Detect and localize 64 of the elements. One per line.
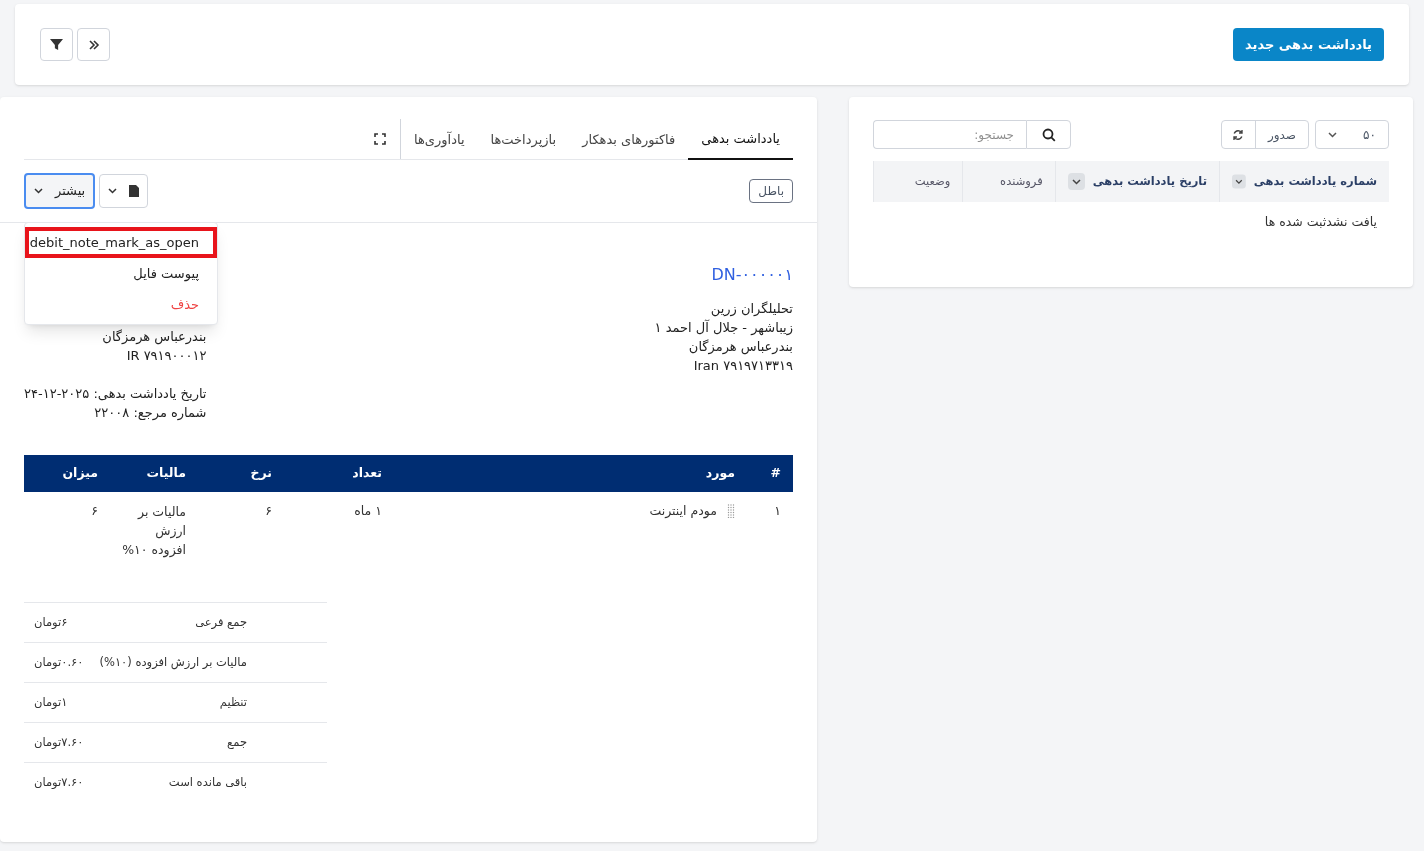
total-value: ۷.۶۰تومان bbox=[33, 733, 84, 751]
chevron-down-icon bbox=[108, 188, 118, 194]
table-cell: ۶ bbox=[24, 492, 110, 559]
column-header: # bbox=[747, 455, 793, 492]
more-button[interactable]: بیشتر bbox=[24, 173, 96, 209]
tab[interactable]: یادداشت بدهی bbox=[688, 119, 793, 160]
per-page-select[interactable]: ۵۰ bbox=[1315, 120, 1389, 149]
recipient-address-line: IR ۷۹۱۹۰۰۰۱۲ bbox=[125, 347, 207, 365]
column-header: مورد bbox=[394, 455, 747, 492]
filter-button[interactable] bbox=[40, 28, 73, 61]
total-value: ۰.۶۰تومان bbox=[33, 653, 84, 671]
menu-item[interactable]: پیوست فایل bbox=[25, 258, 217, 289]
search-button[interactable] bbox=[1026, 120, 1071, 149]
table-cell: مالیات بر ارزش افزوده ۱۰% bbox=[110, 492, 198, 559]
sort-chevron-icon[interactable] bbox=[1067, 173, 1085, 190]
note-detail-line: شماره مرجع: ۲۲۰۰۸ bbox=[93, 404, 207, 422]
sender-address-line: زیباشهر - جلال آل احمد ۱ bbox=[654, 318, 793, 337]
table-cell: ۱ ماه bbox=[284, 492, 394, 559]
total-value: ۱تومان bbox=[33, 693, 68, 711]
total-value: ۶تومان bbox=[33, 613, 68, 631]
search-icon bbox=[1041, 127, 1056, 142]
total-value: ۷.۶۰تومان bbox=[33, 773, 84, 791]
column-header[interactable]: تاریخ یادداشت بدهی bbox=[1054, 161, 1219, 202]
chevron-down-icon bbox=[1328, 131, 1337, 138]
total-label: جمع bbox=[227, 733, 247, 751]
sort-chevron-icon[interactable] bbox=[1232, 173, 1246, 190]
drag-handle-icon[interactable] bbox=[727, 504, 735, 519]
menu-item[interactable]: حذف bbox=[25, 289, 217, 320]
total-label: مالیات بر ارزش افزوده (۱۰%) bbox=[99, 653, 247, 672]
sender-address-line: بندرعباس هرمزگان bbox=[687, 338, 793, 356]
total-label: جمع فرعی bbox=[195, 613, 247, 631]
debit-note-number[interactable]: DN-۰۰۰۰۰۱ bbox=[654, 263, 793, 287]
fullscreen-icon[interactable] bbox=[374, 133, 387, 145]
pdf-button[interactable] bbox=[99, 174, 149, 208]
search-field[interactable]: جستجو: bbox=[873, 120, 1026, 149]
tab[interactable]: بازپرداخت‌ها bbox=[477, 119, 570, 160]
tab[interactable]: یادآوری‌ها bbox=[400, 119, 478, 160]
table-cell: مودم اینترنت bbox=[649, 502, 717, 521]
column-header[interactable]: شماره یادداشت بدهی bbox=[1219, 161, 1389, 202]
column-header: میزان bbox=[24, 455, 110, 492]
column-header: تعداد bbox=[284, 455, 394, 492]
column-header: نرخ bbox=[198, 455, 284, 492]
total-label: تنظیم bbox=[219, 693, 247, 711]
table-cell: ۱ bbox=[747, 492, 793, 559]
filter-icon bbox=[50, 38, 63, 51]
chevron-down-icon bbox=[34, 188, 43, 194]
column-header: مالیات bbox=[110, 455, 198, 492]
note-detail-line: تاریخ یادداشت بدهی: ۲۰۲۵-۱۲-۲۴ bbox=[24, 385, 207, 403]
empty-message: یافت نشدثبت شده ها bbox=[1263, 213, 1378, 231]
total-label: باقی مانده است bbox=[168, 773, 247, 791]
status-badge: باطل bbox=[749, 179, 793, 203]
tab[interactable]: فاکتورهای بدهکار bbox=[569, 119, 689, 160]
double-chevron-icon bbox=[87, 38, 100, 51]
column-header[interactable]: فروشنده bbox=[962, 161, 1055, 202]
refresh-icon bbox=[1232, 128, 1245, 141]
pdf-file-icon bbox=[129, 185, 140, 197]
collapse-button[interactable] bbox=[77, 28, 110, 61]
new-debit-note-button[interactable]: یادداشت بدهی جدید bbox=[1233, 28, 1384, 61]
sender-address-line: Iran ۷۹۱۹۷۱۳۳۱۹ bbox=[692, 357, 793, 375]
table-cell: ۶ bbox=[198, 492, 284, 559]
column-header[interactable]: وضعیت bbox=[873, 161, 963, 202]
sender-address-line: تحلیلگران زرین bbox=[709, 300, 793, 318]
menu-item[interactable]: debit_note_mark_as_open bbox=[25, 227, 217, 258]
recipient-address-line: بندرعباس هرمزگان bbox=[101, 328, 207, 346]
